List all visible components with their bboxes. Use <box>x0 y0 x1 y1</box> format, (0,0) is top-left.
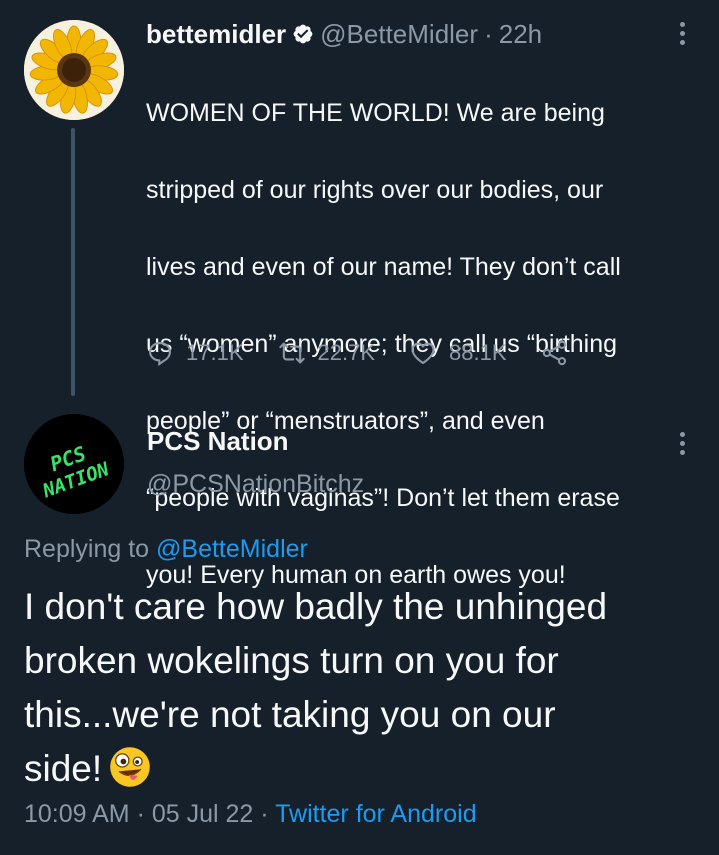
parent-action-bar: 17.1K 22.7K 88.1K <box>146 333 603 373</box>
meta-separator: · <box>484 18 493 49</box>
like-count: 88.1K <box>449 340 507 365</box>
zany-face-emoji-icon <box>110 747 150 787</box>
replying-to-line: Replying to @BetteMidler <box>24 535 308 564</box>
text-line-fragment: side! <box>24 748 103 789</box>
share-button[interactable] <box>541 339 569 367</box>
reply-display-name[interactable]: PCS Nation <box>147 426 289 457</box>
parent-time-ago[interactable]: 22h <box>499 19 542 50</box>
text-line: WOMEN OF THE WORLD! We are being <box>146 98 605 127</box>
reply-icon <box>149 342 171 367</box>
text-line: broken wokelings turn on you for <box>24 640 559 681</box>
parent-handle[interactable]: @BetteMidler <box>320 19 478 50</box>
retweet-button[interactable]: 22.7K <box>278 339 376 367</box>
meta-separator: · <box>136 800 145 828</box>
pcs-nation-avatar-icon: PCS NATION <box>24 414 124 514</box>
tweet-date[interactable]: 05 Jul 22 <box>152 800 253 828</box>
like-icon <box>411 342 435 364</box>
avatar-pcs-nation[interactable]: PCS NATION <box>24 414 124 514</box>
verified-badge-icon <box>293 24 313 44</box>
replying-to-mention[interactable]: @BetteMidler <box>156 535 308 563</box>
text-line: lives and even of our name! They don’t c… <box>146 252 621 281</box>
text-line: stripped of our rights over our bodies, … <box>146 175 604 204</box>
parent-display-name[interactable]: bettemidler <box>146 19 286 50</box>
reply-tweet-text: I don't care how badly the unhinged brok… <box>24 580 704 796</box>
text-line: this...we're not taking you on our <box>24 694 556 735</box>
reply-meta-line: 10:09 AM · 05 Jul 22 · Twitter for Andro… <box>24 800 477 829</box>
reply-count: 17.1K <box>186 340 244 365</box>
tweet-time[interactable]: 10:09 AM <box>24 800 130 828</box>
replying-to-label: Replying to <box>24 535 150 563</box>
tweet-source-link[interactable]: Twitter for Android <box>275 800 476 828</box>
thread-connector-line <box>71 128 75 396</box>
text-line: side! <box>24 742 704 796</box>
parent-tweet-header: bettemidler @BetteMidler · 22h <box>146 14 542 54</box>
sunflower-icon <box>24 20 124 120</box>
reply-button[interactable]: 17.1K <box>146 339 244 367</box>
more-options-icon[interactable] <box>671 15 693 51</box>
retweet-icon <box>278 342 305 364</box>
meta-separator: · <box>260 800 269 828</box>
avatar-bettemidler[interactable] <box>24 20 124 120</box>
like-button[interactable]: 88.1K <box>409 339 507 367</box>
more-options-icon[interactable] <box>671 425 693 461</box>
text-line: I don't care how badly the unhinged <box>24 586 608 627</box>
reply-handle[interactable]: @PCSNationBitchz <box>147 470 364 499</box>
share-icon <box>542 340 566 366</box>
retweet-count: 22.7K <box>317 340 376 365</box>
